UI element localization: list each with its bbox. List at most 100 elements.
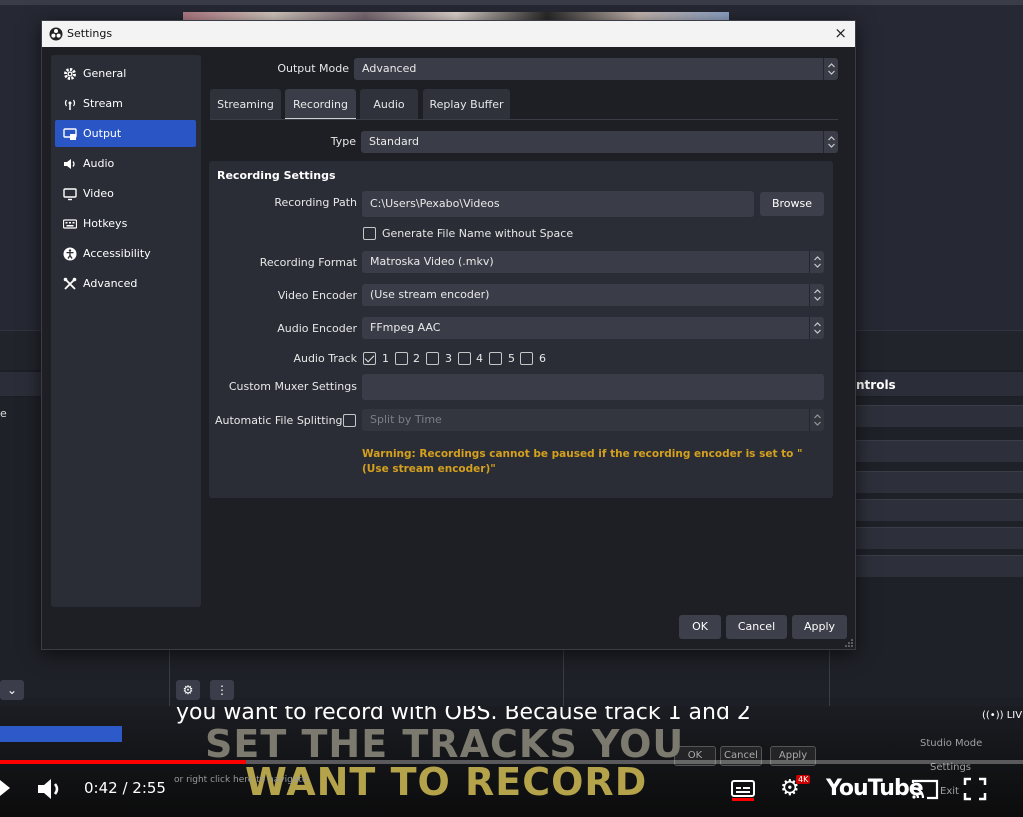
video-encoder-select[interactable]: (Use stream encoder)	[362, 284, 824, 306]
controls-dock-title: ntrols	[856, 378, 896, 392]
preview-strip	[183, 12, 729, 20]
sidebar-item-audio[interactable]: Audio	[55, 150, 196, 177]
accessibility-icon	[63, 247, 77, 260]
scene-highlight	[0, 726, 122, 742]
audio-track-4-label: 4	[476, 352, 483, 365]
subtitles-icon[interactable]	[730, 776, 756, 802]
tab-streaming[interactable]: Streaming	[210, 89, 281, 120]
tab-recording[interactable]: Recording	[285, 89, 356, 120]
video-progress-bar[interactable]	[0, 760, 1023, 764]
monitor-icon	[63, 187, 77, 200]
recording-settings-title: Recording Settings	[217, 169, 336, 182]
file-splitting-checkbox[interactable]	[343, 414, 356, 427]
audio-track-4-checkbox[interactable]	[458, 352, 471, 365]
tab-audio[interactable]: Audio	[360, 89, 418, 120]
keyboard-icon	[63, 218, 77, 229]
close-icon[interactable]: ×	[834, 24, 847, 42]
sidebar-item-general[interactable]: General	[55, 60, 196, 87]
broadcast-icon: ((•))	[982, 710, 1007, 721]
browse-button[interactable]: Browse	[760, 192, 824, 216]
split-mode-select[interactable]: Split by Time	[362, 409, 824, 431]
generate-filename-checkbox[interactable]	[363, 227, 376, 240]
live-label: LIVE	[1006, 710, 1023, 721]
quality-badge: 4K	[796, 775, 811, 784]
controls-button[interactable]	[856, 527, 1023, 549]
obs-logo-icon	[49, 27, 63, 41]
controls-button[interactable]	[856, 440, 1023, 462]
ok-button[interactable]: OK	[679, 615, 721, 639]
settings-dialog: Settings × General Stream Output Audio V…	[41, 20, 856, 650]
audio-track-1-label: 1	[382, 352, 389, 365]
recording-path-input[interactable]: C:\Users\Pexabo\Videos	[362, 191, 754, 217]
apply-button[interactable]: Apply	[792, 615, 847, 639]
spinner-icon	[809, 251, 824, 273]
sidebar-item-hotkeys[interactable]: Hotkeys	[55, 210, 196, 237]
obs-topbar	[0, 0, 1023, 5]
dialog-titlebar: Settings ×	[42, 21, 855, 47]
sidebar-item-video[interactable]: Video	[55, 180, 196, 207]
split-mode-value: Split by Time	[370, 413, 442, 426]
audio-encoder-value: FFmpeg AAC	[370, 321, 441, 334]
recording-settings-group: Recording Settings Recording Path C:\Use…	[209, 161, 833, 498]
audio-encoder-select[interactable]: FFmpeg AAC	[362, 317, 824, 339]
controls-button[interactable]	[856, 471, 1023, 493]
volume-icon[interactable]	[36, 776, 66, 802]
cast-icon[interactable]	[910, 776, 940, 802]
gear-icon	[64, 67, 76, 80]
type-value: Standard	[369, 135, 420, 148]
chevron-down-icon[interactable]: ⌄	[0, 680, 24, 700]
type-label: Type	[330, 135, 356, 148]
filters-gear-icon[interactable]: ⚙	[176, 680, 200, 700]
more-options-icon[interactable]: ⋮	[210, 680, 234, 700]
output-mode-label: Output Mode	[277, 62, 349, 75]
tab-replay-buffer[interactable]: Replay Buffer	[423, 89, 510, 120]
controls-button[interactable]	[856, 499, 1023, 521]
navigation-hint: or right click here to navigate.	[174, 775, 311, 785]
recording-format-value: Matroska Video (.mkv)	[370, 255, 494, 268]
sidebar-item-label: Output	[83, 127, 122, 140]
pause-warning-text: Warning: Recordings cannot be paused if …	[362, 448, 803, 475]
recording-format-select[interactable]: Matroska Video (.mkv)	[362, 251, 824, 273]
sidebar-item-label: Stream	[83, 97, 123, 110]
settings-gear-icon[interactable]: ⚙ 4K	[780, 775, 811, 802]
sidebar-item-advanced[interactable]: Advanced	[55, 270, 196, 297]
exit-button-bg[interactable]: Exit	[940, 786, 959, 797]
youtube-logo[interactable]: YouTube	[826, 776, 924, 801]
custom-muxer-input[interactable]	[362, 374, 824, 400]
sidebar-item-stream[interactable]: Stream	[55, 90, 196, 117]
play-icon[interactable]	[0, 778, 14, 798]
sidebar-item-label: Accessibility	[83, 247, 151, 260]
type-select[interactable]: Standard	[361, 131, 838, 153]
audio-track-5-checkbox[interactable]	[489, 352, 502, 365]
sidebar-item-output[interactable]: Output	[55, 120, 196, 147]
audio-track-3-checkbox[interactable]	[426, 352, 439, 365]
recording-format-label: Recording Format	[259, 256, 357, 269]
output-mode-select[interactable]: Advanced	[354, 58, 838, 80]
output-mode-value: Advanced	[362, 62, 417, 75]
spinner-icon	[809, 317, 824, 339]
video-encoder-label: Video Encoder	[277, 289, 357, 302]
speaker-icon	[64, 158, 75, 169]
studio-mode-button[interactable]: Studio Mode	[920, 738, 982, 749]
sidebar-item-label: Hotkeys	[83, 217, 128, 230]
audio-track-3-label: 3	[445, 352, 452, 365]
scene-text-fragment: e	[0, 407, 7, 420]
controls-button[interactable]	[856, 555, 1023, 577]
tools-icon	[63, 277, 77, 290]
fullscreen-icon[interactable]	[962, 776, 988, 802]
broadcast-icon	[64, 99, 76, 110]
dock-separator	[169, 650, 170, 706]
audio-track-2-checkbox[interactable]	[395, 352, 408, 365]
audio-track-6-checkbox[interactable]	[520, 352, 533, 365]
dock-separator	[563, 650, 564, 706]
audio-track-label: Audio Track	[293, 352, 357, 365]
audio-track-1-checkbox[interactable]	[363, 352, 376, 365]
sidebar-item-accessibility[interactable]: Accessibility	[55, 240, 196, 267]
spinner-icon	[809, 284, 824, 306]
spinner-icon	[809, 409, 824, 431]
controls-button[interactable]	[856, 405, 1023, 427]
resize-grip-icon[interactable]	[845, 639, 853, 647]
cancel-button[interactable]: Cancel	[726, 615, 787, 639]
video-time: 0:42 / 2:55	[84, 779, 166, 797]
dialog-title: Settings	[67, 27, 113, 40]
